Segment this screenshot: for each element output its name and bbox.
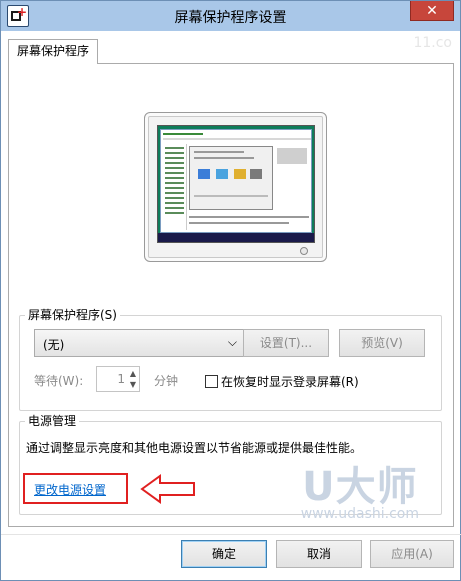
watermark-top: 11.co xyxy=(413,35,452,51)
screensaver-selected-value: (无) xyxy=(43,338,65,352)
tab-panel: 屏幕保护程序(S) (无) ⌵ 设置(T)... 预览(V) 等待(W): 1 … xyxy=(8,63,454,527)
close-button[interactable]: ✕ xyxy=(410,1,454,21)
watermark-url: www.udashi.com xyxy=(300,506,419,522)
settings-button[interactable]: 设置(T)... xyxy=(243,329,329,357)
spin-down-icon[interactable]: ▼ xyxy=(128,379,138,390)
monitor-power-button xyxy=(300,247,308,255)
preview-window xyxy=(160,129,312,233)
window-title: 屏幕保护程序设置 xyxy=(174,10,287,26)
wait-value: 1 xyxy=(117,372,125,386)
preview-taskbar xyxy=(158,233,314,242)
monitor-screen xyxy=(157,125,315,243)
spin-up-icon[interactable]: ▲ xyxy=(128,368,138,379)
screensaver-select[interactable]: (无) ⌵ xyxy=(34,329,244,357)
preview-sidebar xyxy=(163,144,187,230)
wait-label: 等待(W): xyxy=(34,374,84,388)
cancel-button[interactable]: 取消 xyxy=(276,540,362,568)
tab-screensaver[interactable]: 屏幕保护程序 xyxy=(8,39,98,64)
apply-button[interactable]: 应用(A) xyxy=(370,540,454,568)
preview-button[interactable]: 预览(V) xyxy=(339,329,425,357)
chevron-down-icon: ⌵ xyxy=(227,335,237,349)
preview-dialog xyxy=(189,146,273,210)
title-bar: + 屏幕保护程序设置 ✕ xyxy=(1,1,460,31)
footer-divider xyxy=(1,534,461,535)
screensaver-group-label: 屏幕保护程序(S) xyxy=(25,306,120,323)
wait-unit: 分钟 xyxy=(154,374,179,388)
resume-logon-label[interactable]: 在恢复时显示登录屏幕(R) xyxy=(221,373,359,390)
power-group-label: 电源管理 xyxy=(25,412,80,429)
monitor-preview xyxy=(144,112,327,262)
resume-logon-checkbox[interactable] xyxy=(205,375,218,388)
screensaver-settings-window: + 屏幕保护程序设置 ✕ 11.co 屏幕保护程序 屏幕保护程序(S) (无) … xyxy=(0,0,461,581)
ok-button[interactable]: 确定 xyxy=(181,540,267,568)
change-power-settings-link[interactable]: 更改电源设置 xyxy=(34,481,106,498)
wait-stepper[interactable]: 1 ▲ ▼ xyxy=(96,366,140,392)
arrow-left-icon xyxy=(140,474,195,504)
power-description: 通过调整显示亮度和其他电源设置以节省能源或提供最佳性能。 xyxy=(26,441,363,455)
watermark: U大师 www.udashi.com xyxy=(301,454,419,522)
watermark-logo: U大师 xyxy=(302,464,418,510)
close-icon: ✕ xyxy=(426,3,438,19)
